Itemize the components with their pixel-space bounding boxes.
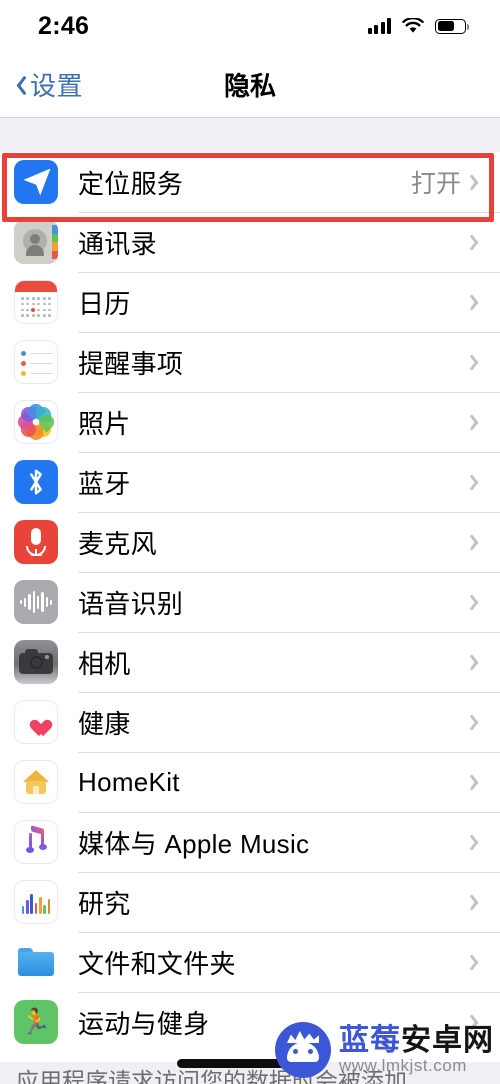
list-item-label: 通讯录 — [78, 228, 157, 259]
chevron-right-icon — [473, 533, 484, 552]
homekit-icon — [14, 760, 58, 804]
research-icon — [14, 880, 58, 924]
list-item-research[interactable]: 研究 — [0, 872, 500, 932]
fitness-icon: 🏃 — [14, 1000, 58, 1044]
chevron-right-icon — [473, 653, 484, 672]
list-item-label: 相机 — [78, 648, 131, 679]
chevron-right-icon — [473, 953, 484, 972]
list-item-contacts[interactable]: 通讯录 — [0, 212, 500, 272]
chevron-right-icon — [473, 233, 484, 252]
reminders-icon — [14, 340, 58, 384]
list-item-health[interactable]: 健康 — [0, 692, 500, 752]
back-button-label: 设置 — [30, 71, 84, 101]
microphone-icon — [14, 520, 58, 564]
chevron-right-icon — [473, 293, 484, 312]
watermark-url: www.lmkjst.com — [339, 1055, 467, 1075]
chevron-right-icon — [473, 833, 484, 852]
list-item-calendar[interactable]: 日历 — [0, 272, 500, 332]
list-item-accessory: 打开 — [411, 164, 500, 200]
wifi-icon — [402, 17, 424, 34]
list-item-label: HomeKit — [78, 766, 180, 797]
list-item-media-apple-music[interactable]: 媒体与 Apple Music — [0, 812, 500, 872]
chevron-right-icon — [473, 713, 484, 732]
privacy-settings-list: 定位服务 打开 通讯录 日历 提醒事项 照片 蓝牙 麦克风 语音识别 相机 健康… — [0, 152, 500, 1052]
watermark-brand: 蓝莓安卓网 — [339, 1025, 494, 1057]
list-item-label: 日历 — [78, 288, 131, 319]
apple-music-icon — [14, 820, 58, 864]
list-item-label: 媒体与 Apple Music — [78, 828, 310, 859]
watermark-text: 蓝莓安卓网 www.lmkjst.com — [339, 1025, 494, 1074]
chevron-right-icon — [473, 353, 484, 372]
photos-icon — [14, 400, 58, 444]
list-item-speech-recognition[interactable]: 语音识别 — [0, 572, 500, 632]
navigation-bar: 设置 隐私 — [0, 52, 500, 118]
list-item-photos[interactable]: 照片 — [0, 392, 500, 452]
list-item-label: 定位服务 — [78, 168, 184, 199]
android-robot-logo-icon — [275, 1022, 331, 1078]
runner-glyph: 🏃 — [20, 1007, 52, 1036]
list-item-label: 提醒事项 — [78, 348, 184, 379]
health-icon — [14, 700, 58, 744]
chevron-right-icon — [473, 773, 484, 792]
watermark-brand-blue: 蓝莓 — [339, 1024, 401, 1058]
chevron-right-icon — [473, 593, 484, 612]
calendar-icon — [14, 280, 58, 324]
watermark-brand-dark: 安卓网 — [401, 1024, 494, 1058]
list-item-label: 麦克风 — [78, 528, 157, 559]
list-item-label: 蓝牙 — [78, 468, 131, 499]
list-item-label: 文件和文件夹 — [78, 948, 236, 979]
list-item-label: 研究 — [78, 888, 131, 919]
list-item-label: 照片 — [78, 408, 131, 439]
list-item-files-and-folders[interactable]: 文件和文件夹 — [0, 932, 500, 992]
site-watermark: 蓝莓安卓网 www.lmkjst.com — [275, 1022, 494, 1078]
bluetooth-icon — [14, 460, 58, 504]
cellular-signal-icon — [367, 18, 391, 34]
list-item-value: 打开 — [410, 170, 461, 198]
chevron-right-icon — [473, 473, 484, 492]
back-button[interactable]: 设置 — [0, 66, 83, 103]
list-item-label: 运动与健身 — [78, 1008, 210, 1039]
status-indicators — [367, 17, 469, 34]
list-item-camera[interactable]: 相机 — [0, 632, 500, 692]
files-and-folders-icon — [14, 940, 58, 984]
list-item-microphone[interactable]: 麦克风 — [0, 512, 500, 572]
list-item-label: 健康 — [78, 708, 131, 739]
status-time: 2:46 — [38, 11, 90, 40]
chevron-right-icon — [473, 173, 484, 192]
list-item-homekit[interactable]: HomeKit — [0, 752, 500, 812]
chevron-left-icon — [12, 74, 25, 96]
chevron-right-icon — [473, 893, 484, 912]
camera-icon — [14, 640, 58, 684]
list-item-label: 语音识别 — [78, 588, 184, 619]
list-item-location-services[interactable]: 定位服务 打开 — [0, 152, 500, 212]
battery-icon — [435, 18, 469, 34]
status-bar: 2:46 — [0, 0, 500, 52]
location-services-icon — [14, 160, 58, 204]
chevron-right-icon — [473, 413, 484, 432]
list-item-bluetooth[interactable]: 蓝牙 — [0, 452, 500, 512]
list-item-reminders[interactable]: 提醒事项 — [0, 332, 500, 392]
speech-recognition-icon — [14, 580, 58, 624]
contacts-icon — [14, 220, 58, 264]
section-gap — [0, 118, 500, 152]
